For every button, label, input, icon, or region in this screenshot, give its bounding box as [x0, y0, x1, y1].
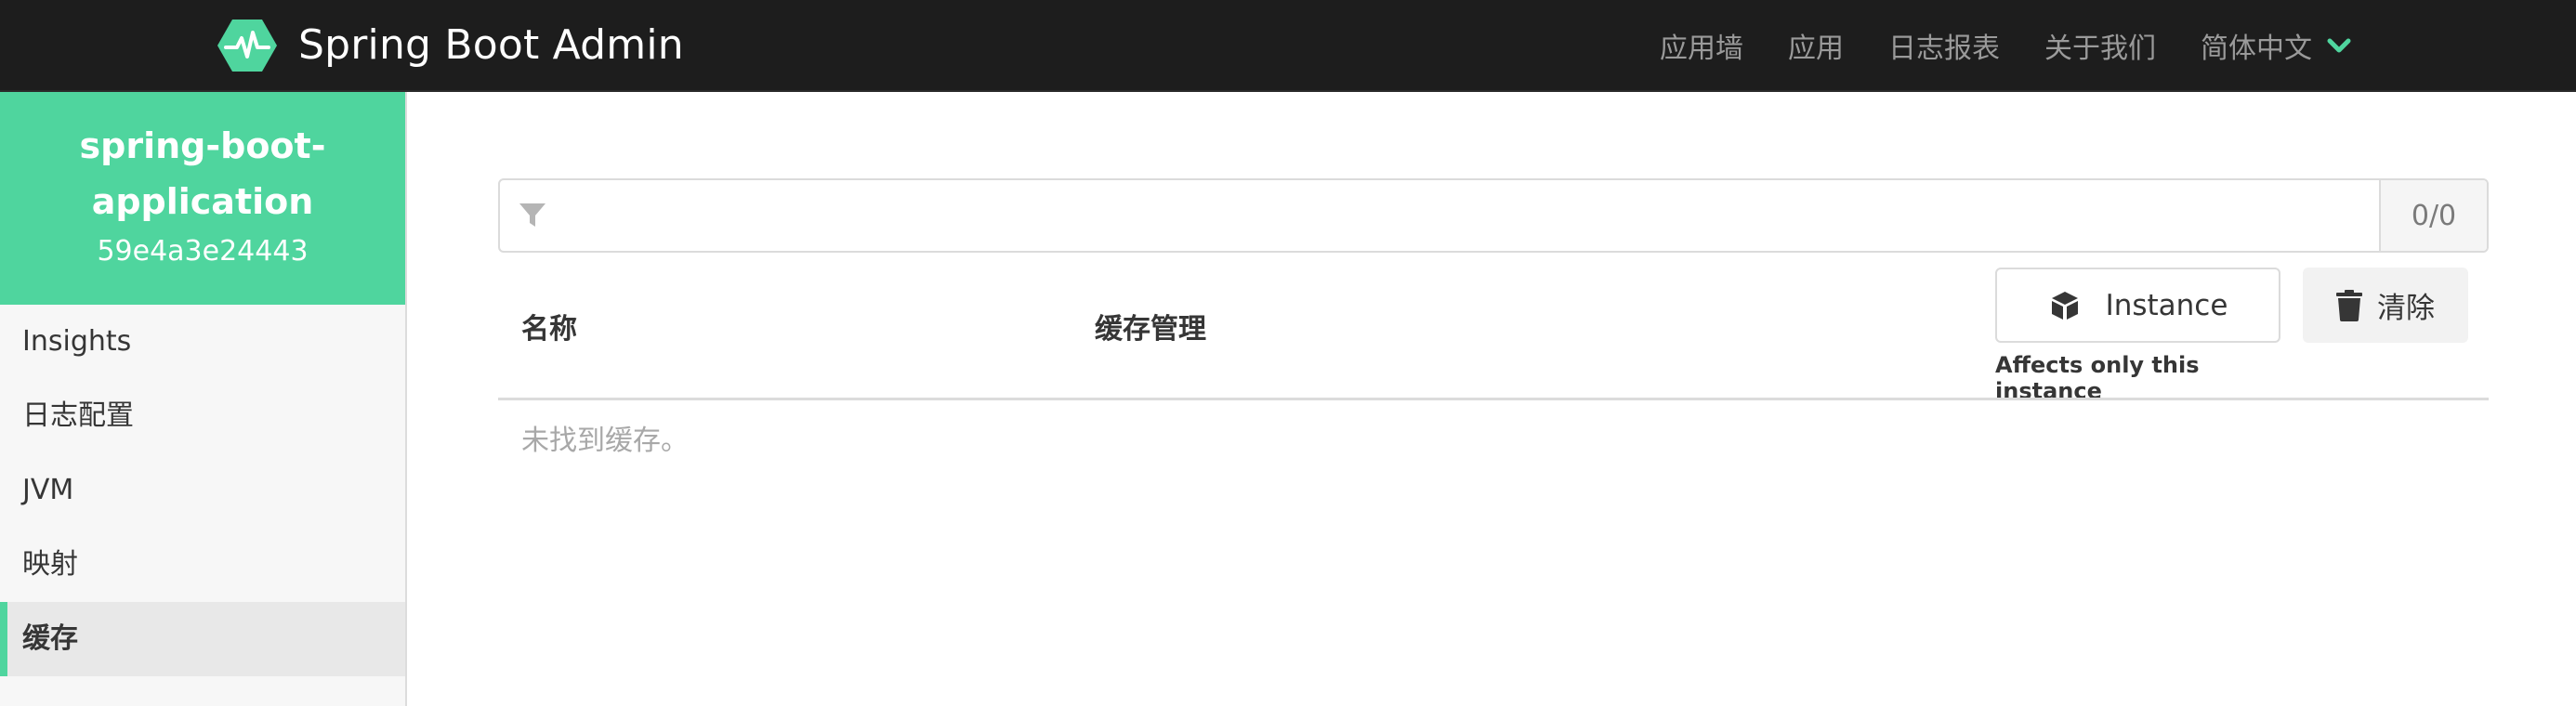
- sidebar-menu: Insights 日志配置 JVM 映射 缓存: [0, 305, 405, 676]
- language-label: 简体中文: [2201, 32, 2312, 65]
- filter-result-count: 0/0: [2379, 180, 2487, 251]
- trash-icon: [2336, 289, 2362, 321]
- column-header-cache-management: 缓存管理: [1095, 313, 1206, 346]
- clear-caches-button[interactable]: 清除: [2303, 268, 2468, 343]
- nav-item-journal[interactable]: 日志报表: [1888, 25, 2000, 66]
- clear-button-label: 清除: [2377, 292, 2435, 325]
- app-title: Spring Boot Admin: [298, 21, 684, 69]
- application-name: spring-boot-application: [79, 125, 326, 222]
- sidebar: spring-boot-application 59e4a3e24443 Ins…: [0, 92, 407, 706]
- top-navbar: Spring Boot Admin 应用墙 应用 日志报表 关于我们 简体中文: [0, 0, 2576, 92]
- heartbeat-hexagon-icon: [217, 19, 277, 72]
- filter-icon: [500, 180, 565, 251]
- instance-scope-button[interactable]: Instance: [1995, 268, 2280, 343]
- sidebar-item-loggers[interactable]: 日志配置: [0, 379, 405, 453]
- instance-header: spring-boot-application 59e4a3e24443: [0, 92, 405, 305]
- sidebar-item-jvm[interactable]: JVM: [0, 453, 405, 528]
- sidebar-item-mappings[interactable]: 映射: [0, 528, 405, 602]
- filter-input[interactable]: [565, 180, 2379, 251]
- instance-button-label: Instance: [2105, 288, 2228, 322]
- column-header-name: 名称: [521, 313, 577, 346]
- brand[interactable]: Spring Boot Admin: [217, 0, 684, 90]
- cube-icon: [2051, 291, 2078, 320]
- sidebar-item-insights[interactable]: Insights: [0, 305, 405, 379]
- sidebar-item-caches[interactable]: 缓存: [0, 602, 405, 676]
- nav-item-wallboard[interactable]: 应用墙: [1660, 25, 1743, 66]
- nav-item-applications[interactable]: 应用: [1788, 25, 1844, 66]
- table-header-divider: [498, 398, 2489, 400]
- main-content: 0/0 名称 缓存管理 Instance 清除 Affects only thi…: [407, 92, 2576, 706]
- chevron-down-icon: [2327, 38, 2351, 52]
- instance-id: 59e4a3e24443: [97, 235, 309, 268]
- main-nav: 应用墙 应用 日志报表 关于我们 简体中文: [1615, 0, 2353, 90]
- instance-scope-note: Affects only this instance: [1995, 352, 2200, 404]
- filter-box: 0/0: [498, 178, 2489, 253]
- nav-item-about[interactable]: 关于我们: [2044, 25, 2156, 66]
- empty-caches-message: 未找到缓存。: [521, 425, 689, 457]
- language-selector[interactable]: 简体中文: [2201, 25, 2353, 66]
